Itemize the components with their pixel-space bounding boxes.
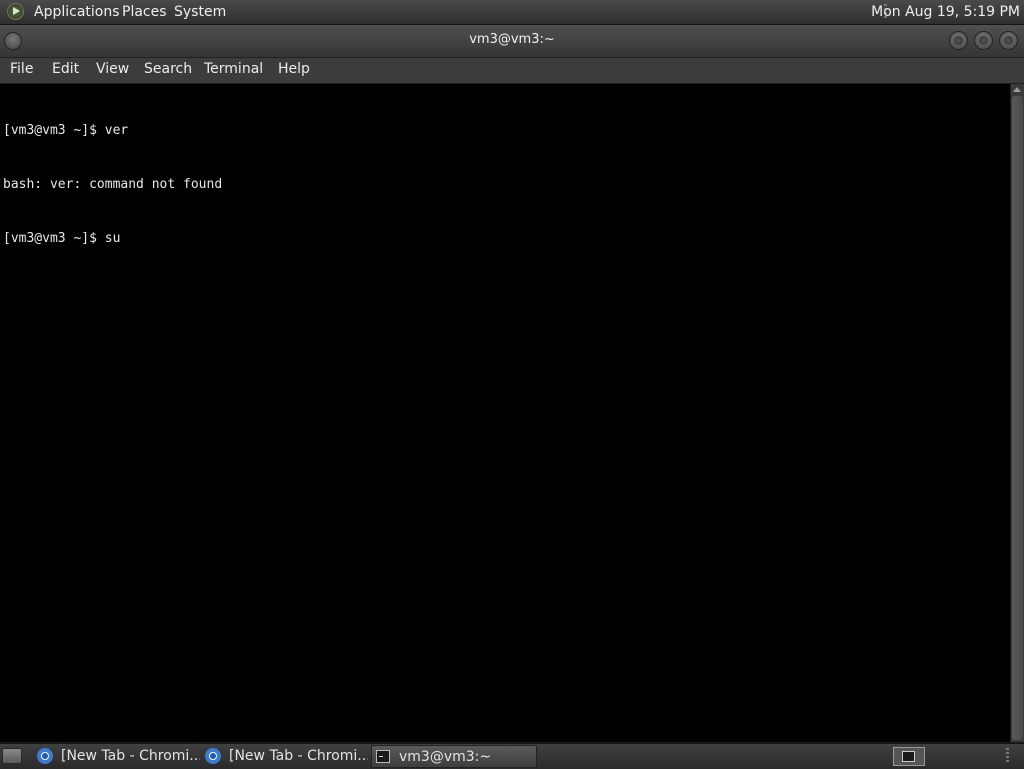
maximize-button[interactable] [974,31,993,50]
workspace-window-icon [902,751,915,762]
menu-terminal[interactable]: Terminal [204,58,263,83]
panel-separator [1006,748,1009,764]
applications-logo-icon[interactable] [7,3,24,20]
menubar: File Edit View Search Terminal Help [0,58,1024,84]
terminal-icon [376,750,390,763]
window-title: vm3@vm3:~ [469,32,555,47]
workspace-switcher[interactable] [893,747,925,766]
terminal-area[interactable]: [vm3@vm3 ~]$ ver bash: ver: command not … [0,84,1010,742]
menu-edit[interactable]: Edit [52,58,79,83]
window-titlebar[interactable]: vm3@vm3:~ [0,25,1024,58]
bottom-panel: [New Tab - Chromi... [New Tab - Chromi..… [0,743,1024,769]
terminal-output: [vm3@vm3 ~]$ ver bash: ver: command not … [3,86,222,284]
menu-help[interactable]: Help [278,58,310,83]
taskbar-item-label: vm3@vm3:~ [399,749,492,765]
terminal-line: [vm3@vm3 ~]$ ver [3,123,129,138]
system-menu[interactable]: System [174,0,226,24]
taskbar-item-label: [New Tab - Chromi... [61,748,200,764]
scroll-up-arrow-icon[interactable] [1013,87,1021,92]
close-button[interactable] [999,31,1018,50]
show-desktop-icon[interactable] [2,748,22,764]
terminal-line: bash: ver: command not found [3,177,223,192]
menu-search[interactable]: Search [144,58,192,83]
taskbar-item-chromium-1[interactable]: [New Tab - Chromi... [34,745,200,768]
menu-view[interactable]: View [96,58,129,83]
clock[interactable]: Mon Aug 19, 5:19 PM [871,0,1020,24]
terminal-scrollbar[interactable] [1010,84,1024,742]
places-menu[interactable]: Places [122,0,167,24]
taskbar-item-chromium-2[interactable]: [New Tab - Chromi... [202,745,368,768]
top-panel: Applications Places System Mon Aug 19, 5… [0,0,1024,25]
menu-file[interactable]: File [10,58,33,83]
chromium-icon [37,748,53,764]
chromium-icon [205,748,221,764]
minimize-button[interactable] [949,31,968,50]
taskbar-item-label: [New Tab - Chromi... [229,748,368,764]
scrollbar-thumb[interactable] [1012,96,1023,740]
taskbar-item-terminal[interactable]: vm3@vm3:~ [371,745,537,768]
terminal-line: [vm3@vm3 ~]$ su [3,231,121,246]
applications-menu[interactable]: Applications [34,0,120,24]
